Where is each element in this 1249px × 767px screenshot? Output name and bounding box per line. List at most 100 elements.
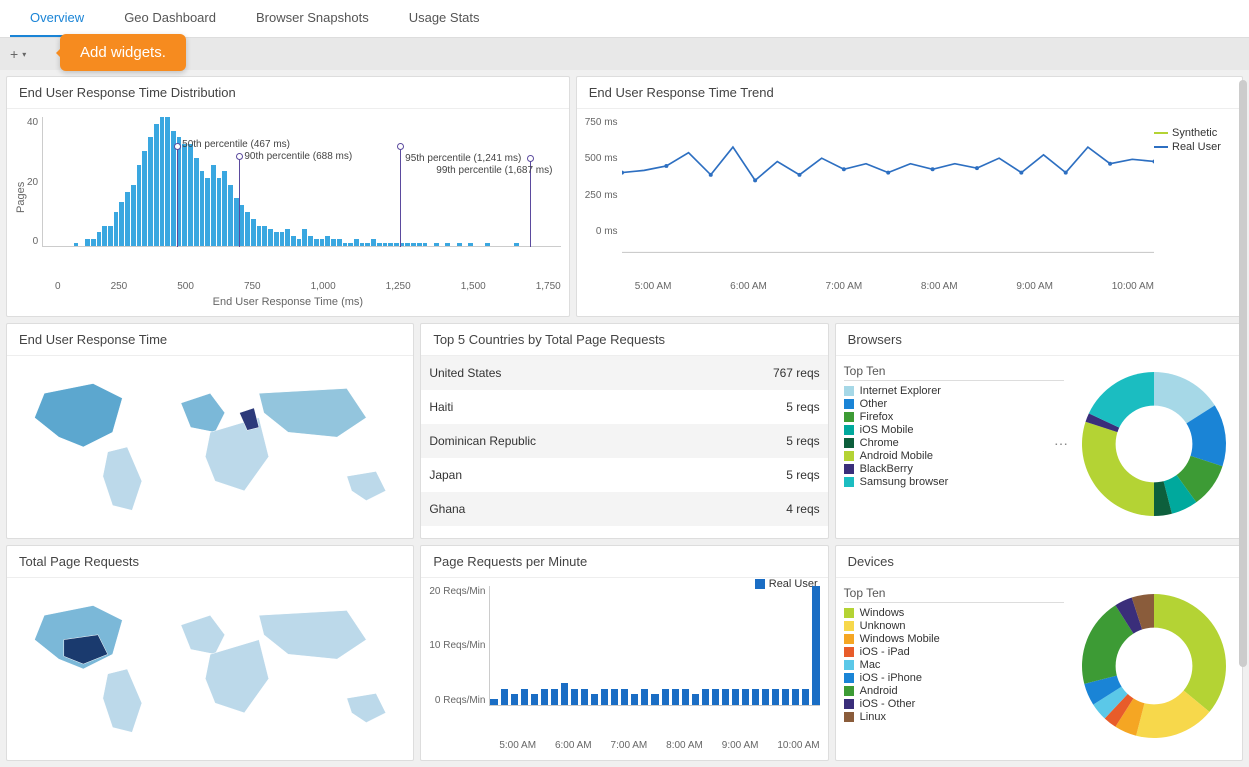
- tab-usage-stats[interactable]: Usage Stats: [389, 0, 500, 37]
- table-row[interactable]: United States767 reqs: [421, 356, 827, 390]
- legend-swatch: [1154, 132, 1168, 134]
- y-ticks: 40 20 0: [27, 117, 42, 247]
- table-row[interactable]: Japan5 reqs: [421, 458, 827, 492]
- legend-swatch: [844, 438, 854, 448]
- card-title: Page Requests per Minute: [421, 546, 827, 578]
- legend-label: Windows Mobile: [860, 633, 940, 645]
- dist-bar: [343, 243, 348, 246]
- x-tick: 5:00 AM: [635, 281, 672, 292]
- tab-browser-snapshots[interactable]: Browser Snapshots: [236, 0, 389, 37]
- dist-bar: [257, 226, 262, 246]
- legend-item[interactable]: Chrome: [844, 437, 1064, 449]
- y-tick: 40: [27, 117, 38, 128]
- pagereq-chart[interactable]: 20 Reqs/Min 10 Reqs/Min 0 Reqs/Min: [429, 586, 819, 736]
- legend-item[interactable]: iOS Mobile: [844, 424, 1064, 436]
- y-ticks: 750 ms 500 ms 250 ms 0 ms: [585, 117, 622, 237]
- legend-item[interactable]: Unknown: [844, 620, 1064, 632]
- tab-geo-dashboard[interactable]: Geo Dashboard: [104, 0, 236, 37]
- dist-bar: [160, 117, 165, 246]
- dist-bar: [211, 165, 216, 246]
- dist-bar: [102, 226, 107, 246]
- card-response-map: End User Response Time: [6, 323, 414, 539]
- dist-bar: [331, 239, 336, 246]
- add-widget-icon[interactable]: +: [10, 46, 18, 62]
- y-tick: 20: [27, 177, 38, 188]
- legend-item[interactable]: BlackBerry: [844, 463, 1064, 475]
- pr-bar: [651, 694, 658, 705]
- dist-bar: [445, 243, 450, 246]
- legend-item[interactable]: iOS - iPhone: [844, 672, 1064, 684]
- country-name: Dominican Republic: [429, 434, 536, 448]
- card-trend: End User Response Time Trend 750 ms 500 …: [576, 76, 1243, 317]
- dist-bar: [468, 243, 473, 246]
- x-ticks: 0 250 500 750 1,000 1,250 1,500 1,750: [55, 277, 561, 292]
- add-widget-dropdown-icon[interactable]: ▾: [22, 50, 26, 59]
- legend-swatch: [844, 634, 854, 644]
- legend-item[interactable]: Linux: [844, 711, 1064, 723]
- dist-bar: [165, 117, 170, 246]
- legend-swatch: [844, 464, 854, 474]
- dist-bar: [234, 198, 239, 246]
- y-tick: 0 ms: [585, 226, 618, 237]
- legend-label: Linux: [860, 711, 886, 723]
- card-distribution: End User Response Time Distribution Page…: [6, 76, 570, 317]
- legend-label: Real User: [1172, 141, 1221, 153]
- pr-bar: [561, 683, 568, 705]
- legend-item[interactable]: Windows Mobile: [844, 633, 1064, 645]
- country-value: 5 reqs: [786, 434, 819, 448]
- loading-icon: ⋯: [1054, 436, 1066, 453]
- legend-item[interactable]: Other: [844, 398, 1064, 410]
- x-tick: 1,500: [461, 281, 486, 292]
- legend-item[interactable]: Windows: [844, 607, 1064, 619]
- scrollbar[interactable]: [1239, 80, 1247, 667]
- dist-bar: [348, 243, 353, 246]
- dist-bar: [360, 243, 365, 246]
- country-name: Haiti: [429, 400, 453, 414]
- tab-bar: Overview Geo Dashboard Browser Snapshots…: [0, 0, 1249, 38]
- dist-bar: [188, 144, 193, 246]
- legend-item[interactable]: Firefox: [844, 411, 1064, 423]
- table-row[interactable]: Dominican Republic 5 reqs: [421, 424, 827, 458]
- pr-bar: [531, 694, 538, 705]
- country-name: United States: [429, 366, 501, 380]
- devices-donut[interactable]: [1074, 586, 1234, 746]
- distribution-chart[interactable]: Pages 40 20 0 50th percentile (467 ms) 9…: [15, 117, 561, 277]
- x-tick: 9:00 AM: [1016, 281, 1053, 292]
- world-map[interactable]: [7, 356, 413, 538]
- legend-label: BlackBerry: [860, 463, 913, 475]
- legend-item[interactable]: iOS - Other: [844, 698, 1064, 710]
- devices-legend: Top Ten WindowsUnknownWindows MobileiOS …: [844, 586, 1064, 752]
- legend-item[interactable]: Android: [844, 685, 1064, 697]
- dist-bar: [308, 236, 313, 246]
- legend-item[interactable]: Internet Explorer: [844, 385, 1064, 397]
- card-countries: Top 5 Countries by Total Page Requests U…: [420, 323, 828, 539]
- dist-bar: [434, 243, 439, 246]
- legend-label: iOS Mobile: [860, 424, 914, 436]
- x-tick: 750: [244, 281, 261, 292]
- table-row[interactable]: Ghana4 reqs: [421, 492, 827, 526]
- card-devices: Devices Top Ten WindowsUnknownWindows Mo…: [835, 545, 1243, 761]
- legend-title: Top Ten: [844, 586, 1064, 603]
- dist-bar: [91, 239, 96, 246]
- dist-bar: [377, 243, 382, 246]
- x-tick: 6:00 AM: [730, 281, 767, 292]
- legend-title: Top Ten: [844, 364, 1064, 381]
- tab-overview[interactable]: Overview: [10, 0, 104, 37]
- legend-item[interactable]: Mac: [844, 659, 1064, 671]
- legend-item[interactable]: Samsung browser: [844, 476, 1064, 488]
- x-tick: 8:00 AM: [666, 740, 703, 751]
- dist-bar: [125, 192, 130, 246]
- pr-bar: [692, 694, 699, 705]
- world-map[interactable]: [7, 578, 413, 760]
- trend-chart[interactable]: 750 ms 500 ms 250 ms 0 ms Synthetic: [585, 117, 1234, 277]
- browsers-donut[interactable]: ⋯: [1074, 364, 1234, 524]
- legend-item[interactable]: iOS - iPad: [844, 646, 1064, 658]
- legend-label: Samsung browser: [860, 476, 949, 488]
- percentile-label: 95th percentile (1,241 ms): [405, 153, 521, 164]
- legend-label: iOS - Other: [860, 698, 916, 710]
- dist-bar: [280, 232, 285, 246]
- x-ticks: 5:00 AM 6:00 AM 7:00 AM 8:00 AM 9:00 AM …: [499, 736, 819, 751]
- table-row[interactable]: Haiti5 reqs: [421, 390, 827, 424]
- dist-bar: [240, 205, 245, 246]
- legend-item[interactable]: Android Mobile: [844, 450, 1064, 462]
